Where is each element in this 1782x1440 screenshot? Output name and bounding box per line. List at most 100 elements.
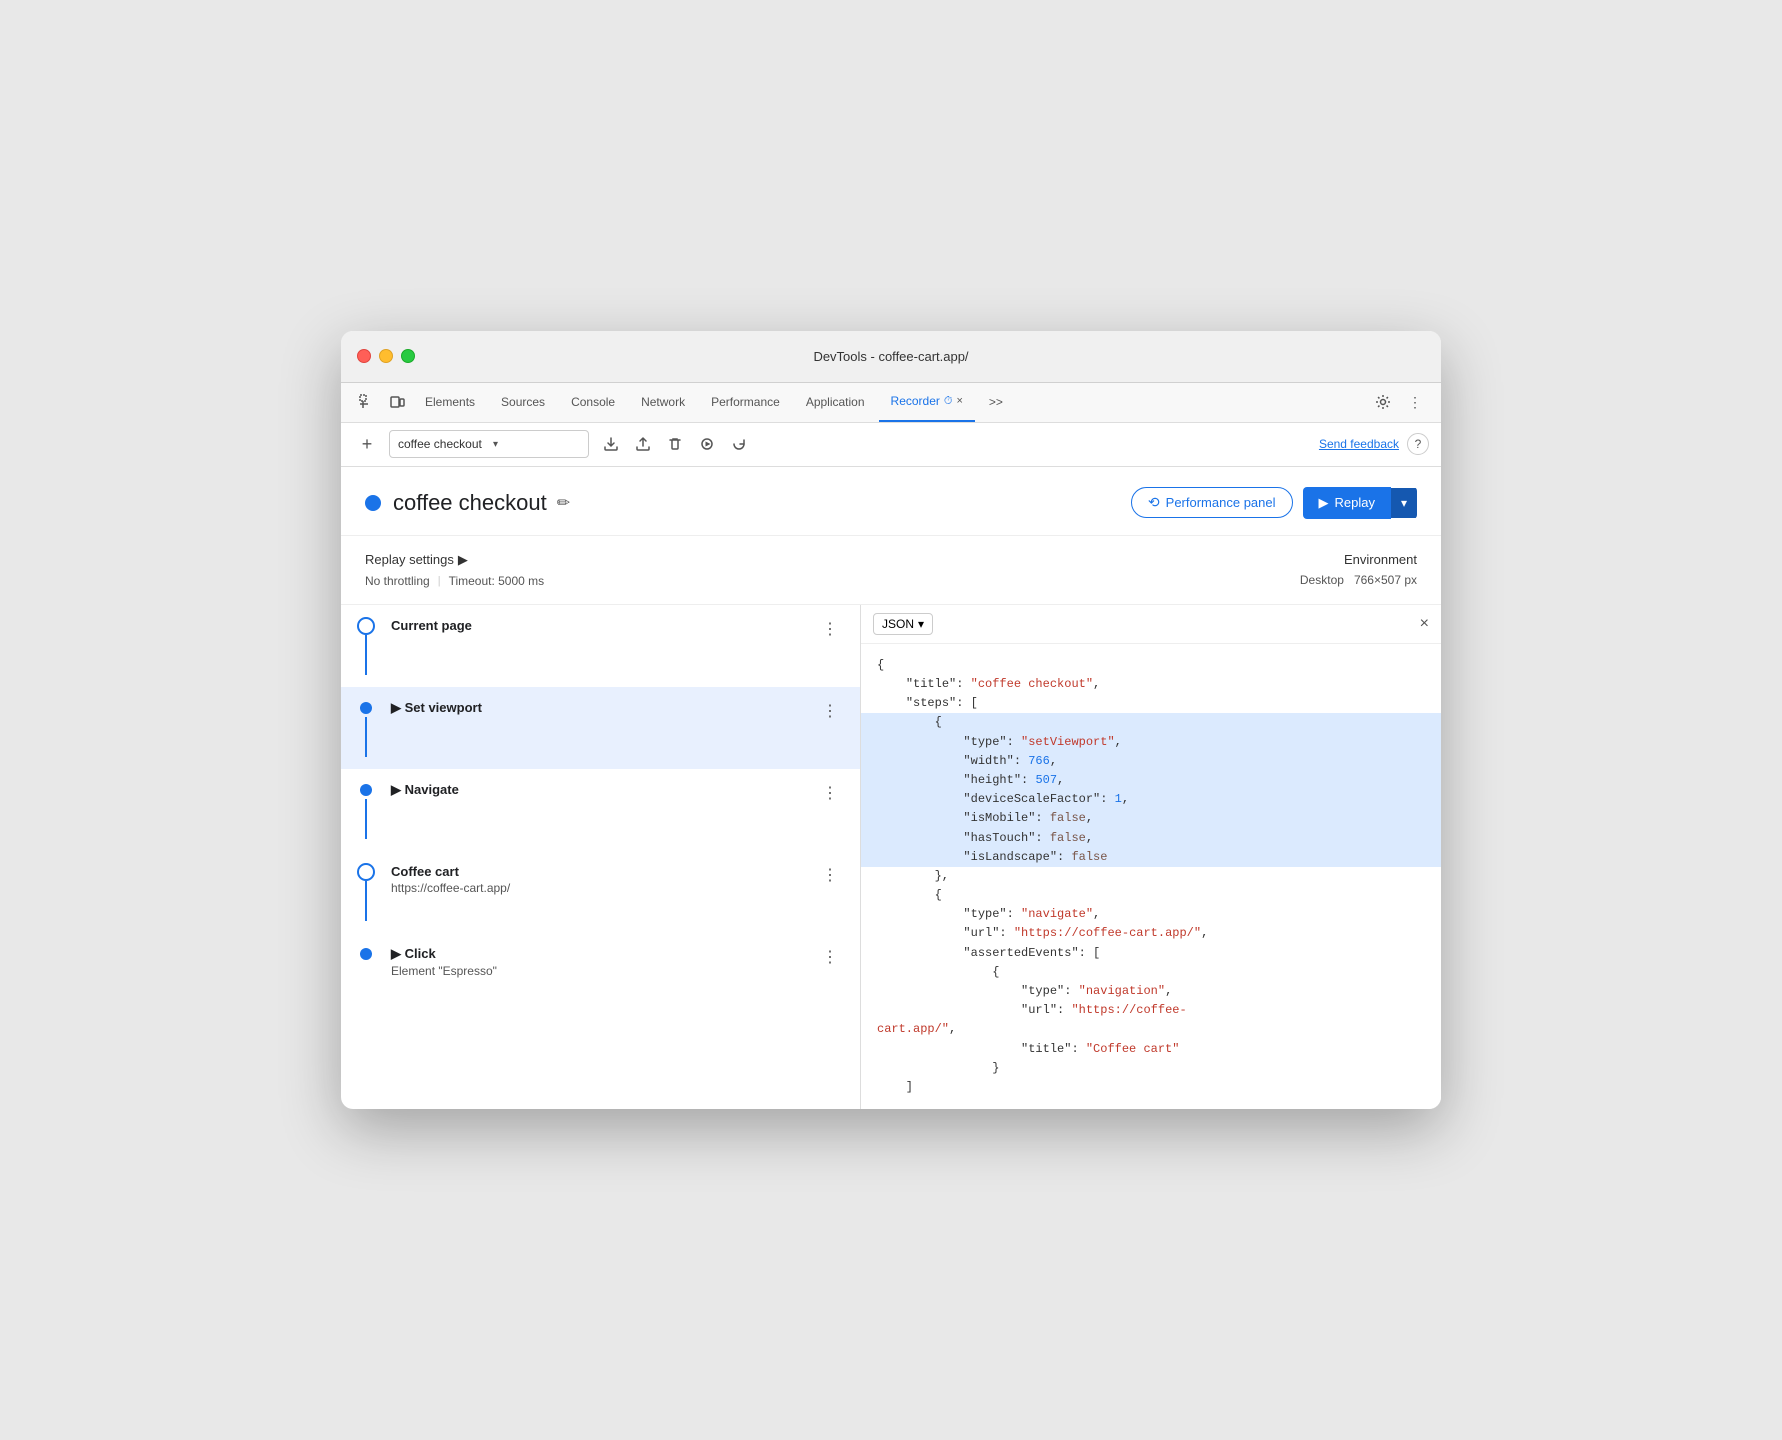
step-title: ▶ Click [391,946,816,962]
perf-icon: ⟲ [1148,494,1160,511]
fullscreen-button[interactable] [401,349,415,363]
step-content: ▶ Navigate [391,781,816,798]
performance-panel-button[interactable]: ⟲ Performance panel [1131,487,1293,518]
more-options-icon[interactable]: ⋮ [1401,388,1429,416]
devtools-toolbar: Elements Sources Console Network Perform… [341,383,1441,423]
timeline-connector [357,863,375,921]
delete-button[interactable] [661,430,689,458]
header-right: ⟲ Performance panel ▶ Replay ▾ [1131,487,1417,519]
timeline-line [365,881,367,921]
step-set-viewport[interactable]: ▶ Set viewport ⋮ [341,687,860,769]
recorder-icon: ⏱ [944,395,953,408]
recording-header: coffee checkout ✏ ⟲ Performance panel ▶ … [341,467,1441,536]
step-content: Current page [391,617,816,633]
settings-icon[interactable] [1369,388,1397,416]
replay-play-icon: ▶ [1319,495,1329,511]
recorder-bar-right: Send feedback ? [1319,433,1429,455]
format-selector[interactable]: JSON ▾ [873,613,933,635]
step-subtitle: https://coffee-cart.app/ [391,881,816,895]
expand-icon: ▶ [391,782,405,797]
tab-sources[interactable]: Sources [489,382,557,422]
close-recorder-tab[interactable]: × [956,395,962,407]
timeline-node-circle [357,863,375,881]
timeline-line [365,799,367,839]
split-content: Current page ⋮ ▶ Set viewport [341,605,1441,1109]
timeline-connector [357,781,375,839]
timeline-line [365,717,367,757]
step-title: ▶ Set viewport [391,700,816,716]
replay-refresh-button[interactable] [725,430,753,458]
step-coffee-cart[interactable]: Coffee cart https://coffee-cart.app/ ⋮ [341,851,860,933]
step-content: ▶ Set viewport [391,699,816,716]
replay-dropdown-button[interactable]: ▾ [1391,488,1417,518]
step-title: ▶ Navigate [391,782,816,798]
inspect-icon[interactable] [353,388,381,416]
main-content: coffee checkout ✏ ⟲ Performance panel ▶ … [341,467,1441,1109]
step-menu-button[interactable]: ⋮ [816,699,844,723]
titlebar: DevTools - coffee-cart.app/ [341,331,1441,383]
settings-bar: Replay settings ▶ No throttling | Timeou… [341,536,1441,605]
recording-actions [597,430,753,458]
step-current-page[interactable]: Current page ⋮ [341,605,860,687]
timeline-connector [357,617,375,675]
json-header: JSON ▾ × [861,605,1441,644]
tab-console[interactable]: Console [559,382,627,422]
timeline-node-dot [360,702,372,714]
steps-panel: Current page ⋮ ▶ Set viewport [341,605,861,1109]
json-body[interactable]: { "title": "coffee checkout", "steps": [… [861,644,1441,1109]
replay-settings: Replay settings ▶ No throttling | Timeou… [365,552,1300,588]
toolbar-right: ⋮ [1369,388,1429,416]
step-menu-button[interactable]: ⋮ [816,617,844,641]
more-tabs-button[interactable]: >> [977,382,1015,422]
timeline-line [365,635,367,675]
send-feedback-button[interactable]: Send feedback [1319,437,1399,451]
start-recording-button[interactable] [693,430,721,458]
device-icon[interactable] [383,388,411,416]
step-menu-button[interactable]: ⋮ [816,863,844,887]
help-button[interactable]: ? [1407,433,1429,455]
step-menu-button[interactable]: ⋮ [816,781,844,805]
step-click[interactable]: ▶ Click Element "Espresso" ⋮ [341,933,860,990]
close-json-panel-button[interactable]: × [1420,615,1429,633]
devtools-window: DevTools - coffee-cart.app/ Elements Sou… [341,331,1441,1109]
environment-value: Desktop 766×507 px [1300,573,1417,587]
import-button[interactable] [629,430,657,458]
edit-title-icon[interactable]: ✏ [557,493,570,513]
json-panel: JSON ▾ × { "title": "coffee checkout", "… [861,605,1441,1109]
timeline-node-circle [357,617,375,635]
close-button[interactable] [357,349,371,363]
window-title: DevTools - coffee-cart.app/ [813,349,968,364]
replay-settings-label[interactable]: Replay settings ▶ [365,552,1300,568]
export-button[interactable] [597,430,625,458]
timeline-node-dot [360,784,372,796]
replay-button[interactable]: ▶ Replay [1303,487,1391,519]
recording-title: coffee checkout [393,490,547,516]
settings-expand-icon: ▶ [458,552,468,568]
recording-selector[interactable]: coffee checkout ▾ [389,430,589,458]
tab-recorder[interactable]: Recorder ⏱ × [879,382,975,422]
environment-label: Environment [1300,552,1417,567]
add-recording-button[interactable]: + [353,430,381,458]
tab-network[interactable]: Network [629,382,697,422]
step-menu-button[interactable]: ⋮ [816,945,844,969]
replay-button-group: ▶ Replay ▾ [1303,487,1418,519]
format-chevron-icon: ▾ [918,617,924,631]
timeline-connector [357,945,375,963]
recording-status-dot [365,495,381,511]
expand-icon: ▶ [391,700,405,715]
selector-chevron-icon: ▾ [493,439,580,450]
tab-application[interactable]: Application [794,382,877,422]
step-subtitle: Element "Espresso" [391,964,816,978]
timeline-connector [357,699,375,757]
recorder-bar: + coffee checkout ▾ [341,423,1441,467]
step-title: Current page [391,618,816,633]
step-navigate[interactable]: ▶ Navigate ⋮ [341,769,860,851]
tab-performance[interactable]: Performance [699,382,792,422]
traffic-lights [357,349,415,363]
step-title: Coffee cart [391,864,816,879]
settings-values: No throttling | Timeout: 5000 ms [365,574,1300,588]
minimize-button[interactable] [379,349,393,363]
tab-elements[interactable]: Elements [413,382,487,422]
timeline-node-dot [360,948,372,960]
step-content: Coffee cart https://coffee-cart.app/ [391,863,816,895]
